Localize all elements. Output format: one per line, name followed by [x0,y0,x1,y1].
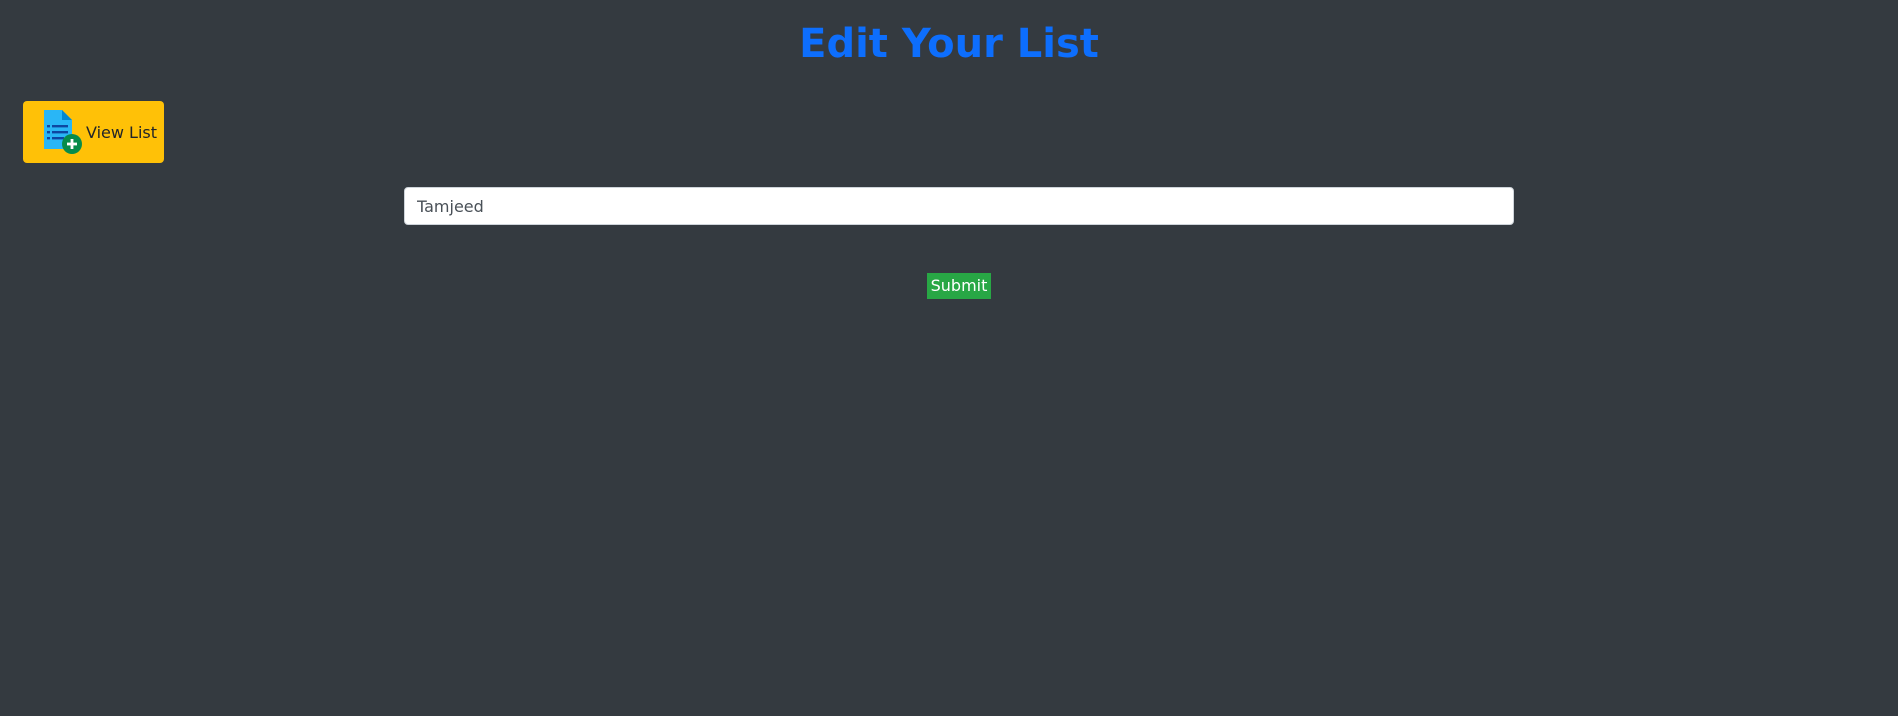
list-name-input[interactable] [404,187,1514,225]
list-add-icon [44,110,82,154]
view-list-label: View List [86,122,158,142]
view-list-button[interactable]: View List [23,101,164,163]
page-title: Edit Your List [799,21,1099,67]
submit-button[interactable]: Submit [927,273,991,299]
